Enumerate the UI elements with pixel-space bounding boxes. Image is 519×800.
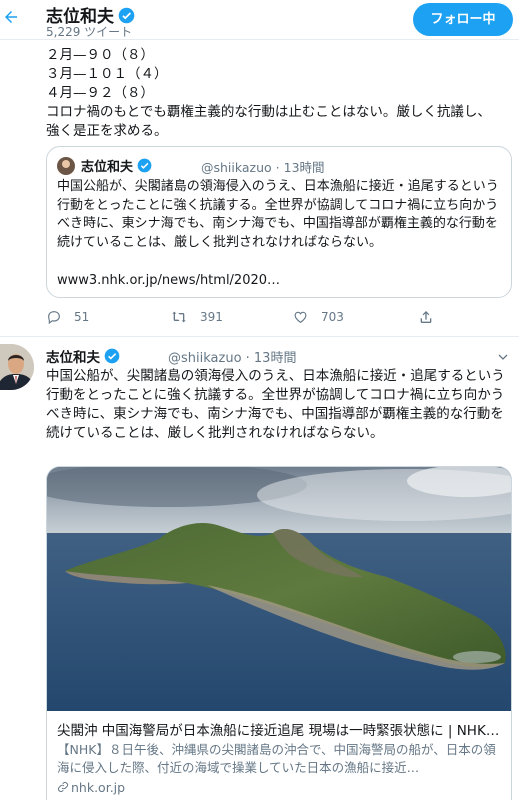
link-icon — [58, 782, 68, 792]
card-domain: nhk.or.jp — [57, 780, 125, 795]
tweet-line: ２月—９０（８） — [46, 47, 154, 63]
reply-button[interactable]: 51 — [46, 306, 89, 328]
quoted-tweet[interactable]: 志位和夫 @shiikazuo · 13時間 中国公船が、尖閣諸島の領海侵入のう… — [46, 146, 512, 298]
tweet-text: ２月—９０（８） ３月—１０１（４） ４月—９２（８） コロナ禍のもとでも覇権主… — [46, 46, 506, 141]
retweet-count: 391 — [200, 310, 223, 324]
profile-header: 志位和夫 5,229 ツイート フォロー中 — [0, 0, 519, 40]
verified-badge-icon — [118, 7, 135, 24]
verified-badge-icon — [137, 158, 152, 173]
avatar[interactable] — [0, 344, 34, 390]
card-title: 尖閣沖 中国海警局が日本漁船に接近追尾 現場は一時緊張状態に | NHK… — [57, 723, 500, 739]
tweet-line: ４月—９２（８） — [46, 85, 154, 101]
quoted-author-name: 志位和夫 — [81, 160, 134, 175]
divider — [0, 336, 519, 337]
link-card[interactable]: 尖閣沖 中国海警局が日本漁船に接近追尾 現場は一時緊張状態に | NHK… 【N… — [46, 466, 512, 800]
like-count: 703 — [321, 310, 344, 324]
following-button[interactable]: フォロー中 — [413, 3, 513, 36]
avatar[interactable] — [57, 157, 75, 175]
tweet-author-name: 志位和夫 — [46, 350, 100, 366]
tweet-author: 志位和夫 — [46, 346, 120, 366]
tweet-line: 強く是正を求める。 — [46, 123, 168, 139]
retweet-button[interactable]: 391 — [170, 306, 223, 328]
reply-count: 51 — [74, 310, 90, 324]
like-button[interactable]: 703 — [292, 306, 344, 328]
retweet-icon — [172, 311, 186, 323]
tweet-count: 5,229 ツイート — [46, 25, 133, 39]
quoted-text: 中国公船が、尖閣諸島の領海侵入のうえ、日本漁船に接近・追尾するという行動をとった… — [57, 179, 499, 250]
tweet-actions: 51 391 703 — [46, 306, 486, 328]
tweet-line: ３月—１０１（４） — [46, 66, 168, 82]
back-arrow-icon[interactable] — [2, 8, 22, 28]
tweet-handle: @shiikazuo · 13時間 — [168, 351, 297, 366]
tweet-line: コロナ禍のもとでも覇権主義的な行動は止むことはない。厳しく抗議し、 — [46, 104, 491, 120]
share-icon — [420, 311, 432, 323]
quoted-handle: @shiikazuo · 13時間 — [201, 160, 325, 175]
tweet-text: 中国公船が、尖閣諸島の領海侵入のうえ、日本漁船に接近・追尾するという行動をとった… — [46, 368, 505, 441]
chevron-down-icon[interactable] — [497, 348, 509, 360]
quoted-author: 志位和夫 — [81, 156, 152, 175]
card-description: 【NHK】８日午後、沖縄県の尖閣諸島の沖合で、中国海警局の船が、日本の領海に侵入… — [57, 742, 496, 775]
reply-icon — [48, 311, 60, 325]
quoted-link[interactable]: www3.nhk.or.jp/news/html/2020… — [57, 273, 280, 288]
like-icon — [294, 311, 307, 324]
card-image — [47, 467, 511, 711]
share-button[interactable] — [418, 306, 446, 328]
card-domain-text: nhk.or.jp — [71, 780, 126, 795]
verified-badge-icon — [104, 348, 120, 364]
